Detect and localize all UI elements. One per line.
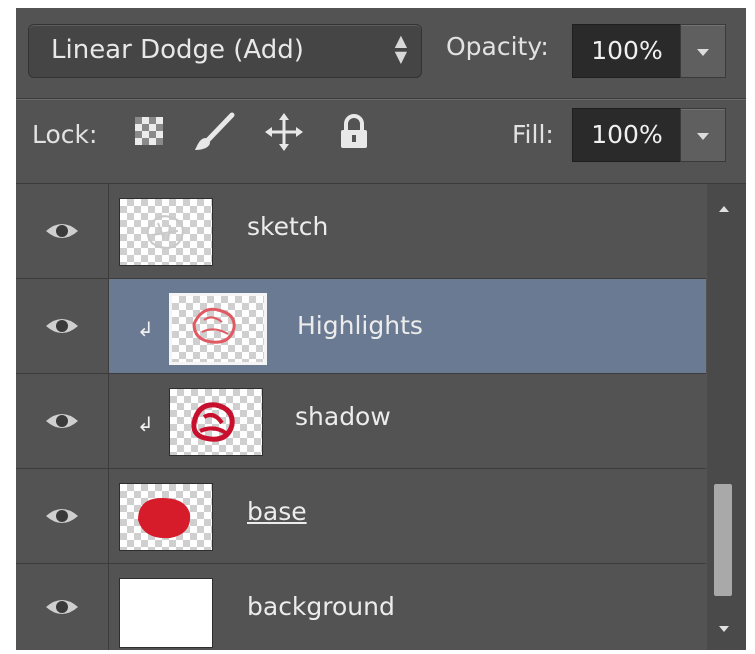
transparent-pixels-lock-icon[interactable] bbox=[134, 116, 164, 150]
visibility-toggle[interactable] bbox=[16, 279, 109, 373]
layer-content[interactable]: ↲ shadow bbox=[109, 374, 706, 468]
visibility-toggle[interactable] bbox=[16, 184, 109, 278]
chevron-down-icon bbox=[697, 133, 709, 140]
sketch-drawing-icon bbox=[146, 215, 184, 249]
visibility-toggle[interactable] bbox=[16, 469, 109, 563]
scroll-down-arrow-icon[interactable] bbox=[719, 626, 729, 632]
layer-thumbnail bbox=[119, 483, 213, 551]
eye-icon bbox=[46, 509, 78, 523]
eye-icon bbox=[46, 414, 78, 428]
eye-icon bbox=[46, 224, 78, 238]
move-lock-icon[interactable] bbox=[264, 112, 304, 156]
layer-thumbnail bbox=[169, 293, 267, 365]
layer-row-shadow[interactable]: ↲ shadow bbox=[16, 374, 706, 469]
layer-name: base bbox=[247, 497, 307, 526]
opacity-dropdown-button[interactable] bbox=[680, 24, 726, 78]
layer-content[interactable]: ↲ Highlights bbox=[109, 279, 706, 373]
layer-row-highlights[interactable]: ↲ Highlights bbox=[16, 279, 706, 374]
layer-content[interactable]: sketch bbox=[109, 184, 706, 278]
blend-mode-select[interactable]: Linear Dodge (Add) ▲ ▼ bbox=[28, 24, 422, 78]
layer-thumbnail bbox=[119, 578, 213, 648]
layer-row-base[interactable]: base bbox=[16, 469, 706, 564]
brush-lock-icon[interactable] bbox=[192, 112, 236, 158]
blend-mode-value: Linear Dodge (Add) bbox=[51, 35, 304, 65]
layers-panel: Linear Dodge (Add) ▲ ▼ Opacity: 100% Lock… bbox=[16, 8, 746, 650]
eye-icon bbox=[46, 319, 78, 333]
blend-row: Linear Dodge (Add) ▲ ▼ Opacity: 100% bbox=[16, 8, 746, 98]
layers-scrollbar[interactable] bbox=[707, 184, 746, 650]
visibility-toggle[interactable] bbox=[16, 564, 109, 650]
base-blob-icon bbox=[138, 498, 191, 539]
layer-content[interactable]: background bbox=[109, 564, 706, 650]
divider bbox=[16, 99, 746, 100]
layer-name: shadow bbox=[295, 402, 391, 431]
chevron-down-icon bbox=[697, 49, 709, 56]
layer-name: Highlights bbox=[297, 311, 423, 340]
lock-label: Lock: bbox=[32, 120, 98, 149]
layers-list: sketch ↲ Highlights ↲ shadow base backgr… bbox=[16, 184, 706, 650]
layer-row-background[interactable]: background bbox=[16, 564, 706, 650]
layer-name: background bbox=[247, 592, 395, 621]
lock-all-icon[interactable] bbox=[338, 114, 370, 154]
layer-thumbnail bbox=[169, 388, 263, 456]
fill-input[interactable]: 100% bbox=[572, 108, 682, 162]
eye-icon bbox=[46, 600, 78, 614]
highlights-drawing-icon bbox=[192, 307, 236, 344]
layer-thumbnail bbox=[119, 198, 213, 266]
clipping-mask-icon: ↲ bbox=[137, 317, 154, 341]
opacity-input[interactable]: 100% bbox=[572, 24, 682, 78]
layer-name: sketch bbox=[247, 212, 329, 241]
fill-label: Fill: bbox=[512, 120, 554, 149]
fill-dropdown-button[interactable] bbox=[680, 108, 726, 162]
scroll-up-arrow-icon[interactable] bbox=[719, 206, 729, 212]
visibility-toggle[interactable] bbox=[16, 374, 109, 468]
opacity-label: Opacity: bbox=[446, 32, 549, 61]
shadow-drawing-icon bbox=[191, 402, 235, 442]
up-down-arrows-icon: ▲ ▼ bbox=[394, 31, 407, 66]
clipping-mask-icon: ↲ bbox=[137, 412, 154, 436]
layer-row-sketch[interactable]: sketch bbox=[16, 184, 706, 279]
layer-content[interactable]: base bbox=[109, 469, 706, 563]
scrollbar-thumb[interactable] bbox=[714, 484, 732, 596]
